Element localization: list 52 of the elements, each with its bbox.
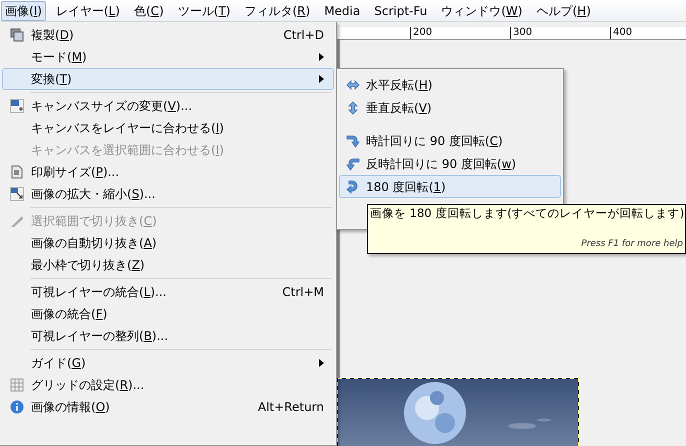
horizontal-arrows-icon <box>346 78 360 92</box>
shortcut: Ctrl+D <box>283 27 324 44</box>
menu-item[interactable]: 垂直反転(V) <box>339 96 561 119</box>
menu-item[interactable]: グリッドの設定(R)... <box>2 374 334 396</box>
copy-icon <box>10 28 24 42</box>
menu-item[interactable]: 可視レイヤーの統合(L)... Ctrl+M <box>2 281 334 303</box>
scale-icon <box>10 187 24 201</box>
document-icon <box>10 165 24 179</box>
info-icon <box>10 400 24 414</box>
menu-item[interactable]: 反時計回りに 90 度回転(w) <box>339 152 561 175</box>
menu-item[interactable]: 複製(D) Ctrl+D <box>2 24 334 46</box>
menu-bar-item[interactable]: Script-Fu <box>370 0 432 20</box>
menu-item[interactable]: モード(M) <box>2 46 334 68</box>
menu-bar-item[interactable]: ウィンドウ(W) <box>437 0 526 20</box>
ruler-label: 400 <box>613 27 632 38</box>
help-hint: Press F1 for more help <box>581 238 683 250</box>
menu-item[interactable]: 画像の自動切り抜き(A) <box>2 232 334 254</box>
shortcut: Alt+Return <box>258 399 324 416</box>
menu-bar-item[interactable]: 色(C) <box>130 0 168 20</box>
ruler-label: 300 <box>513 27 532 38</box>
menu-item[interactable]: キャンバスをレイヤーに合わせる(I) <box>2 117 334 139</box>
menu-bar-item[interactable]: レイヤー(L) <box>52 0 124 20</box>
menu-item[interactable]: 印刷サイズ(P)... <box>2 161 334 183</box>
menu-item[interactable]: 画像の拡大・縮小(S)... <box>2 183 334 205</box>
menu-item[interactable]: キャンバスサイズの変更(V)... <box>2 95 334 117</box>
menu-item[interactable]: 画像の情報(O) Alt+Return <box>2 396 334 418</box>
canvas-size-icon <box>10 99 24 113</box>
menu-item[interactable]: 時計回りに 90 度回転(C) <box>339 129 561 152</box>
tooltip-text: 画像を 180 度回転します(すべてのレイヤーが回転します) <box>370 205 683 221</box>
knife-icon <box>10 214 24 228</box>
menu-item[interactable]: ガイド(G) <box>2 352 334 374</box>
menu-item[interactable]: 最小枠で切り抜き(Z) <box>2 254 334 276</box>
shortcut: Ctrl+M <box>282 284 324 301</box>
submenu-arrow-icon <box>319 53 324 61</box>
menu-bar-item[interactable]: 画像(I) <box>1 0 46 20</box>
rotate-half-turn-icon <box>346 180 360 194</box>
menu-item[interactable]: 180 度回転(1) <box>339 175 561 198</box>
menu-item[interactable]: 水平反転(H) <box>339 73 561 96</box>
menu-item[interactable]: 画像の統合(F) <box>2 303 334 325</box>
submenu-arrow-icon <box>319 75 324 83</box>
vertical-arrows-icon <box>346 100 360 114</box>
menu-item[interactable]: 可視レイヤーの整列(B)... <box>2 325 334 347</box>
menu-bar-item[interactable]: ヘルプ(H) <box>532 0 595 20</box>
rotate-counterclockwise-icon <box>346 156 360 170</box>
menu-item[interactable]: 変換(T) <box>2 68 334 90</box>
menu-bar-item[interactable]: Media <box>320 0 364 20</box>
grid-icon <box>10 378 24 392</box>
rotate-clockwise-icon <box>346 134 360 148</box>
submenu-arrow-icon <box>319 359 324 367</box>
menu-bar-item[interactable]: フィルタ(R) <box>240 0 314 20</box>
ruler-label: 200 <box>413 27 432 38</box>
menu-bar-item[interactable]: ツール(T) <box>174 0 234 20</box>
